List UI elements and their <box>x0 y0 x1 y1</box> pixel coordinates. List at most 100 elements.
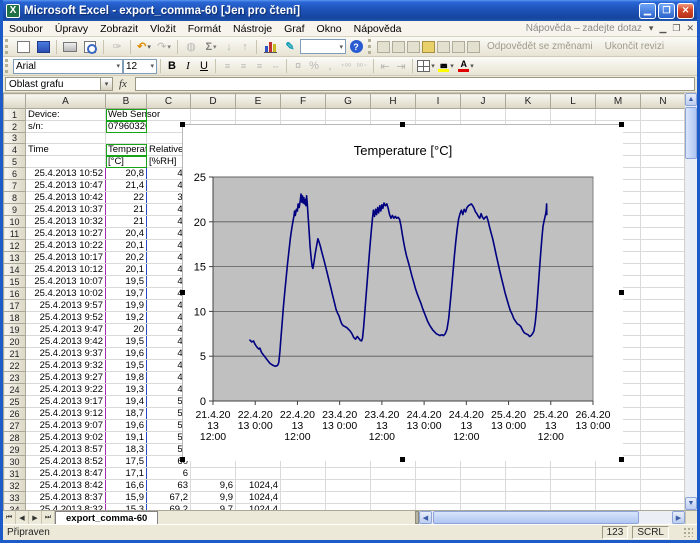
row-header-24[interactable]: 24 <box>4 384 26 396</box>
hyperlink-button[interactable]: ◍ <box>182 38 200 55</box>
first-sheet-icon[interactable]: ⏮ <box>3 511 16 524</box>
decrease-decimal-button[interactable]: ⁰⁰⁻ <box>355 58 369 75</box>
cell[interactable] <box>641 444 686 456</box>
cell[interactable] <box>506 480 551 492</box>
cell[interactable]: 25.4.2013 9:47 <box>26 324 106 336</box>
chart-handle-nw[interactable] <box>180 122 185 127</box>
row-header-4[interactable]: 4 <box>4 144 26 156</box>
cell[interactable]: 25.4.2013 9:22 <box>26 384 106 396</box>
cell[interactable]: 18,7 <box>106 408 147 420</box>
horizontal-scroll-thumb[interactable] <box>433 511 639 524</box>
cell[interactable] <box>506 504 551 510</box>
cell[interactable]: 63 <box>147 480 191 492</box>
autosum-button[interactable]: Σ▾ <box>202 38 220 55</box>
row-header-3[interactable]: 3 <box>4 133 26 144</box>
help-query-box[interactable]: Nápověda – zadejte dotaz <box>526 23 646 34</box>
end-review-button[interactable]: Ukončit revizi <box>605 41 664 52</box>
vertical-scrollbar[interactable]: ▲ ▼ <box>684 93 697 510</box>
temperature-chart[interactable]: Temperature [°C]051015202521.4.201312:00… <box>182 124 622 460</box>
row-header-29[interactable]: 29 <box>4 444 26 456</box>
scroll-down-icon[interactable]: ▼ <box>685 497 697 510</box>
row-header-27[interactable]: 27 <box>4 420 26 432</box>
cell[interactable]: 25.4.2013 10:52 <box>26 168 106 180</box>
cell[interactable] <box>326 109 371 121</box>
cell[interactable]: 19,2 <box>106 312 147 324</box>
print-preview-button[interactable] <box>81 38 99 55</box>
fill-color-button[interactable]: ◛▾ <box>437 58 455 75</box>
sort-descending-button[interactable]: ↑ <box>238 38 252 55</box>
cell[interactable] <box>641 228 686 240</box>
cell[interactable]: 15,9 <box>106 492 147 504</box>
review-icon[interactable] <box>407 41 420 53</box>
cell[interactable] <box>506 492 551 504</box>
cell[interactable] <box>371 480 416 492</box>
cell[interactable] <box>641 109 686 121</box>
cell[interactable] <box>596 109 641 121</box>
cell[interactable] <box>326 480 371 492</box>
cell[interactable]: 69,2 <box>147 504 191 510</box>
cell[interactable] <box>641 492 686 504</box>
menu-napoveda[interactable]: Nápověda <box>348 22 408 36</box>
cell[interactable] <box>641 432 686 444</box>
cell[interactable] <box>416 492 461 504</box>
help-button[interactable]: ? <box>347 38 365 55</box>
resize-grip[interactable] <box>683 527 693 537</box>
scroll-right-icon[interactable]: ▶ <box>672 511 685 524</box>
cell[interactable]: Web Sensor <box>106 109 147 121</box>
review-icon[interactable] <box>452 41 465 53</box>
cell[interactable] <box>641 144 686 156</box>
column-header-L[interactable]: L <box>551 94 596 109</box>
row-header-21[interactable]: 21 <box>4 348 26 360</box>
row-header-16[interactable]: 16 <box>4 288 26 300</box>
cell[interactable] <box>641 324 686 336</box>
cell[interactable]: 20 <box>106 324 147 336</box>
cell[interactable] <box>461 504 506 510</box>
cell[interactable] <box>371 109 416 121</box>
menu-format[interactable]: Formát <box>182 22 227 36</box>
scroll-up-icon[interactable]: ▲ <box>685 93 697 106</box>
cell[interactable]: 19,9 <box>106 300 147 312</box>
select-all-corner[interactable] <box>4 94 26 109</box>
cell[interactable] <box>551 504 596 510</box>
review-icon[interactable] <box>377 41 390 53</box>
row-header-18[interactable]: 18 <box>4 312 26 324</box>
menu-graf[interactable]: Graf <box>278 22 310 36</box>
cell[interactable] <box>281 504 326 510</box>
font-size-combo[interactable]: 12▾ <box>123 59 157 74</box>
cell[interactable]: 25.4.2013 9:37 <box>26 348 106 360</box>
cell[interactable] <box>641 456 686 468</box>
row-header-13[interactable]: 13 <box>4 252 26 264</box>
cell[interactable] <box>641 216 686 228</box>
cell[interactable]: 25.4.2013 10:07 <box>26 276 106 288</box>
cell[interactable] <box>506 109 551 121</box>
cell[interactable] <box>461 480 506 492</box>
cell[interactable] <box>281 109 326 121</box>
horizontal-scrollbar[interactable]: ◀ ▶ <box>419 511 685 524</box>
row-header-25[interactable]: 25 <box>4 396 26 408</box>
cell[interactable] <box>191 468 236 480</box>
cell[interactable] <box>641 420 686 432</box>
column-header-M[interactable]: M <box>596 94 641 109</box>
next-sheet-icon[interactable]: ▶ <box>29 511 42 524</box>
cell[interactable] <box>641 168 686 180</box>
cell[interactable] <box>641 480 686 492</box>
menu-nastroje[interactable]: Nástroje <box>227 22 278 36</box>
chart-handle-ne[interactable] <box>619 122 624 127</box>
cell[interactable]: 1024,4 <box>236 480 281 492</box>
toolbar-grip[interactable] <box>5 59 10 73</box>
cell[interactable]: 25.4.2013 8:42 <box>26 480 106 492</box>
cell[interactable]: 25.4.2013 9:27 <box>26 372 106 384</box>
column-header-B[interactable]: B <box>106 94 147 109</box>
cell[interactable] <box>641 252 686 264</box>
cell[interactable] <box>641 360 686 372</box>
cell[interactable]: 1024,4 <box>236 492 281 504</box>
underline-button[interactable]: U <box>197 58 211 75</box>
workbook-restore-icon[interactable]: ❐ <box>669 23 683 34</box>
cell[interactable] <box>641 336 686 348</box>
review-icon[interactable] <box>467 41 480 53</box>
increase-decimal-button[interactable]: ⁺⁰⁰ <box>339 58 353 75</box>
cell[interactable]: 20,2 <box>106 252 147 264</box>
cell[interactable] <box>371 468 416 480</box>
cell[interactable]: 15,3 <box>106 504 147 510</box>
cell[interactable] <box>326 468 371 480</box>
